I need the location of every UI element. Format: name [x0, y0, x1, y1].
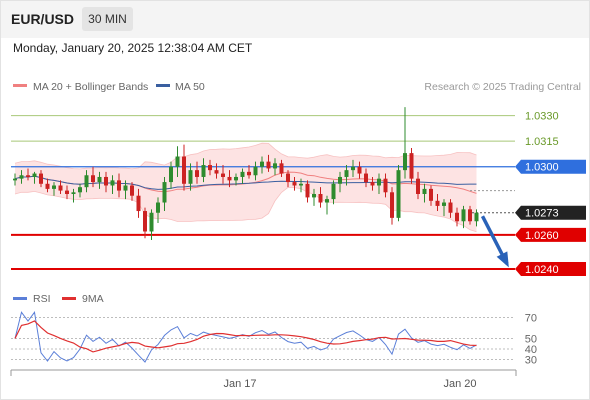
candle-body	[91, 175, 95, 183]
candle-body	[351, 166, 355, 171]
candle-body	[52, 185, 56, 189]
support-label-2: 1.0240	[525, 264, 559, 276]
ma50-legend-label: MA 50	[175, 81, 205, 93]
candle-body	[325, 199, 329, 203]
candle-body	[162, 182, 167, 203]
candle-body	[169, 166, 173, 183]
candle-body	[312, 194, 316, 198]
rsi-ma-legend-label: 9MA	[82, 293, 104, 305]
candle-body	[71, 192, 76, 194]
candle-body	[136, 195, 141, 212]
candle-body	[32, 173, 37, 177]
candle-body	[260, 161, 264, 167]
candle-body	[383, 178, 388, 193]
candle-body	[227, 176, 232, 181]
candle-body	[377, 178, 381, 186]
candle-body	[468, 209, 472, 222]
candle-body	[13, 178, 17, 181]
resistance-label-1: 1.0330	[525, 111, 559, 123]
candle-body	[318, 194, 323, 203]
candle-body	[175, 156, 180, 167]
candle-body	[58, 185, 63, 191]
candle-body	[110, 180, 115, 186]
candle-body	[39, 173, 43, 184]
candle-body	[305, 183, 310, 198]
candle-body	[429, 188, 433, 201]
candle-body	[448, 202, 453, 213]
candle-body	[461, 209, 466, 222]
candle-body	[364, 173, 368, 183]
candle-body	[247, 171, 251, 176]
candle-body	[435, 200, 440, 206]
rsi-legend-label: RSI	[33, 293, 51, 305]
candle-body	[130, 185, 134, 196]
candle-body	[221, 173, 225, 177]
candle-body	[422, 188, 427, 194]
candle-body	[403, 153, 407, 171]
candle-body	[234, 176, 238, 181]
rsi-line	[14, 311, 477, 363]
rsi-legend-swatch	[13, 297, 27, 300]
x-tick-label-jan20: Jan 20	[443, 378, 476, 390]
bollinger-legend-label: MA 20 + Bollinger Bands	[33, 81, 148, 93]
candle-body	[442, 202, 446, 206]
candle-body	[65, 190, 69, 194]
candle-body	[182, 156, 186, 184]
credit-label: Research © 2025 Trading Central	[424, 81, 581, 93]
candle-body	[97, 176, 102, 183]
candle-body	[474, 212, 479, 222]
candle-body	[286, 173, 290, 183]
candle-body	[19, 175, 24, 179]
candle-body	[344, 170, 349, 177]
candle-body	[292, 182, 297, 186]
candle-body	[299, 183, 303, 186]
candle-body	[156, 202, 160, 213]
rsi-ma-legend-swatch	[62, 297, 76, 300]
candle-body	[455, 212, 459, 222]
bollinger-band-area	[15, 143, 477, 232]
price-chart: MA 20 + Bollinger Bands MA 50 Research © 2…	[10, 81, 586, 390]
candle-body	[104, 176, 108, 186]
ma50-legend-swatch	[156, 84, 170, 87]
candle-body	[416, 178, 420, 194]
rsi-tick-label: 70	[525, 313, 537, 325]
support-label-1: 1.0260	[525, 230, 559, 242]
candle-body	[123, 185, 128, 191]
current-price-label: 1.0273	[525, 208, 559, 220]
bollinger-legend-swatch	[13, 84, 27, 87]
candle-body	[208, 165, 212, 171]
x-tick-label-jan17: Jan 17	[223, 378, 256, 390]
candle-body	[214, 170, 219, 174]
rsi-ma-line	[14, 320, 477, 353]
forecast-arrow-head	[496, 251, 509, 268]
candle-body	[273, 163, 277, 169]
candle-body	[26, 175, 30, 177]
candle-body	[240, 171, 245, 177]
candle-body	[279, 163, 284, 174]
candle-body	[357, 166, 362, 174]
candle-body	[195, 170, 199, 177]
candle-body	[338, 176, 342, 184]
candle-body	[45, 183, 50, 189]
candle-body	[370, 182, 375, 186]
resistance-label-2: 1.0315	[525, 136, 559, 148]
candle-body	[409, 153, 414, 179]
candle-body	[331, 183, 336, 200]
candle-body	[266, 161, 271, 169]
candle-body	[117, 180, 121, 191]
candle-body	[390, 192, 394, 218]
rsi-tick-label: 30	[525, 355, 537, 367]
candle-body	[188, 170, 193, 184]
candle-body	[84, 175, 89, 188]
candle-body	[396, 170, 401, 218]
candle-body	[143, 211, 147, 232]
candle-body	[201, 165, 206, 177]
candle-body	[253, 166, 258, 176]
candle-body	[149, 212, 154, 232]
pivot-label: 1.0300	[525, 162, 559, 174]
candle-body	[78, 187, 82, 193]
